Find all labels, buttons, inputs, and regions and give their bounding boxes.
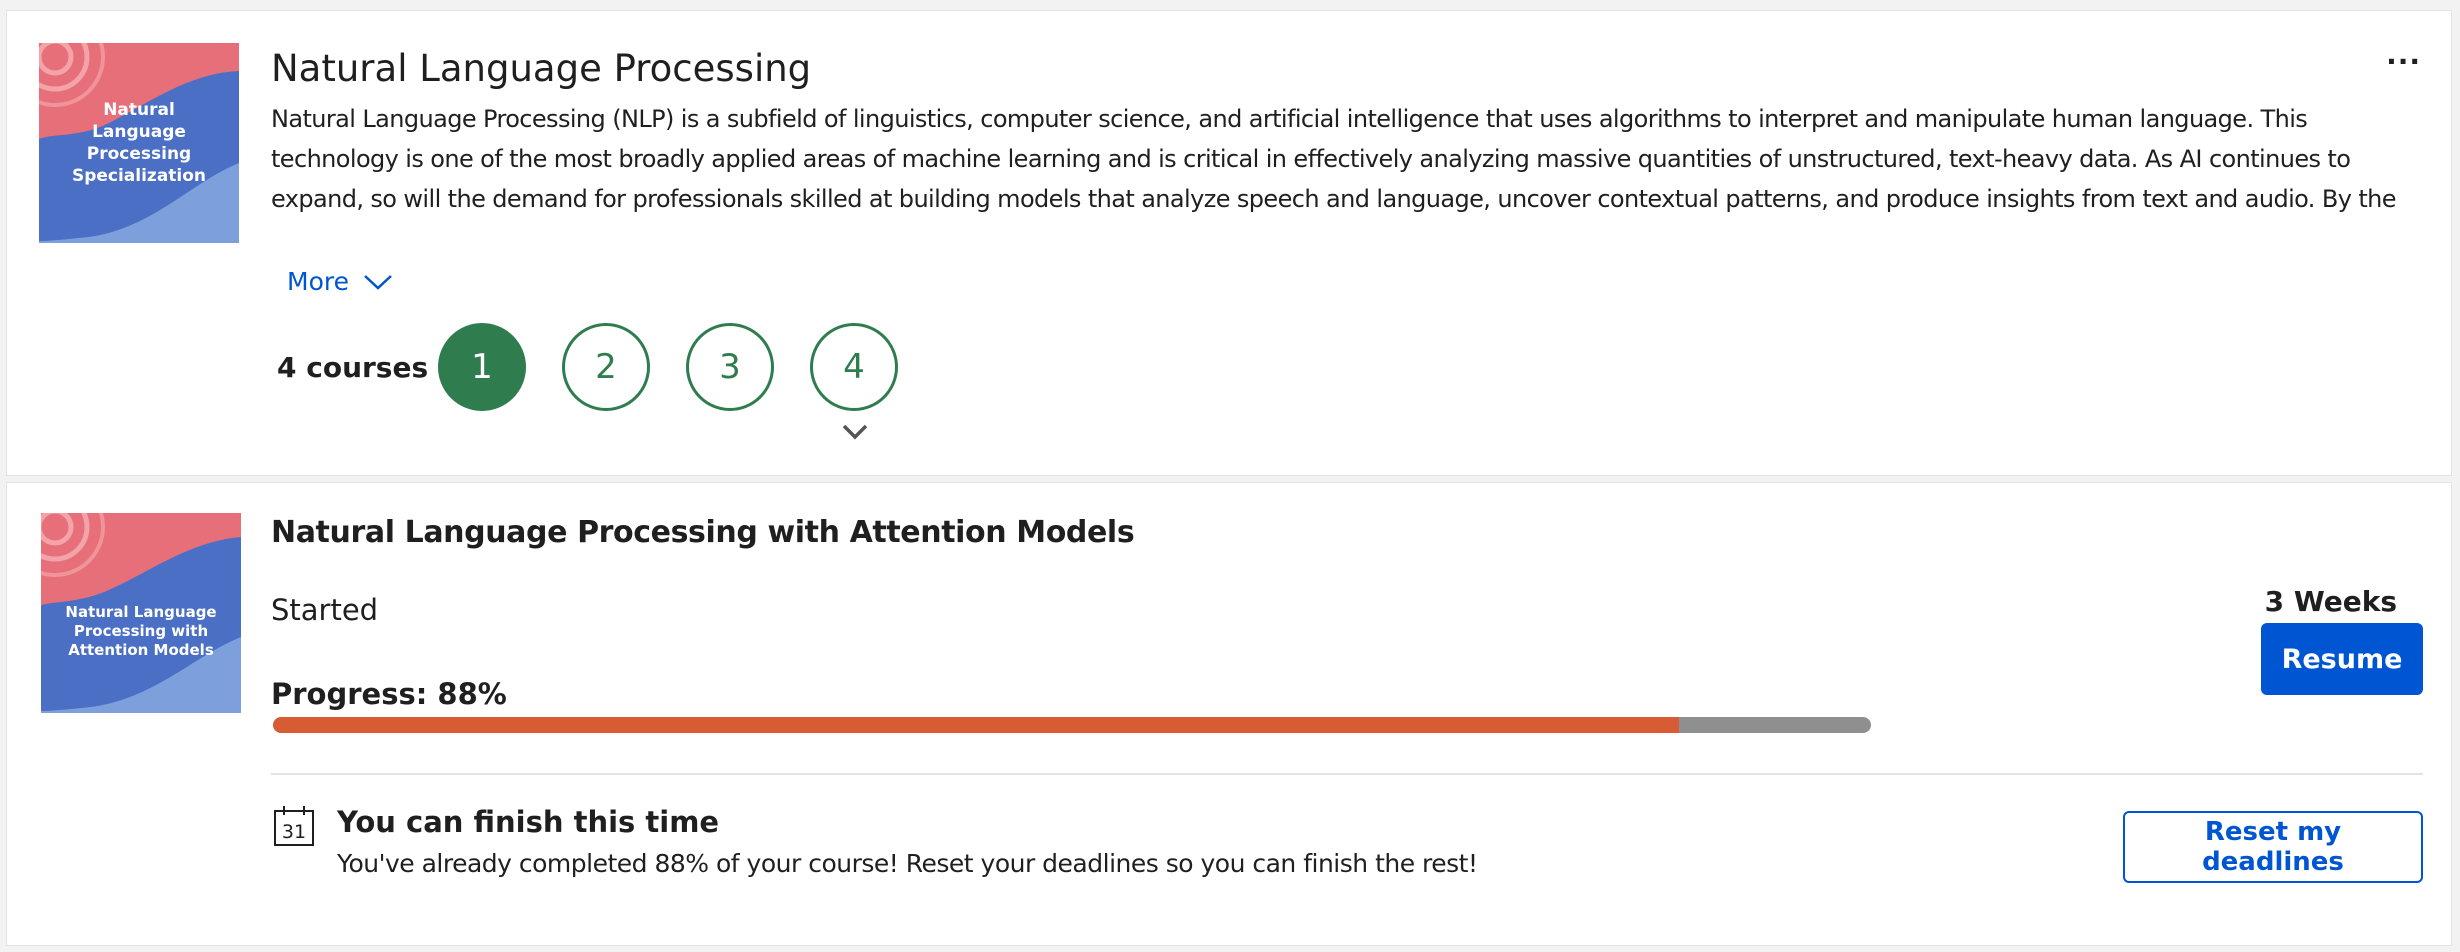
calendar-icon: 31 (274, 806, 314, 846)
courses-count: 4 courses (277, 351, 429, 384)
thumbnail-line: Attention Models (68, 641, 214, 659)
calendar-day: 31 (282, 821, 306, 843)
more-toggle[interactable]: More (287, 267, 393, 296)
course-thumbnail[interactable]: Natural Language Processing with Attenti… (41, 513, 241, 713)
resume-button[interactable]: Resume (2261, 623, 2423, 695)
deadline-message: You've already completed 88% of your cou… (337, 849, 1478, 878)
course-step-3[interactable]: 3 (686, 323, 774, 411)
thumbnail-line: Natural Language (65, 603, 217, 621)
divider (271, 773, 2423, 775)
progress-bar-fill (273, 717, 1680, 733)
thumbnail-title: Natural Language Processing Specializati… (39, 99, 239, 187)
thumbnail-title: Natural Language Processing with Attenti… (41, 603, 241, 660)
course-status: Started (271, 593, 379, 627)
thumbnail-line: Processing with (73, 622, 209, 640)
course-card: Natural Language Processing with Attenti… (6, 482, 2452, 946)
course-duration: 3 Weeks (2264, 585, 2397, 618)
more-label: More (287, 267, 349, 296)
specialization-thumbnail[interactable]: Natural Language Processing Specializati… (39, 43, 239, 243)
reset-deadlines-button[interactable]: Reset my deadlines (2123, 811, 2423, 883)
chevron-down-icon[interactable] (841, 423, 869, 441)
specialization-card: Natural Language Processing Specializati… (6, 10, 2452, 476)
thumbnail-line: Specialization (71, 166, 207, 186)
deadline-title: You can finish this time (337, 805, 720, 839)
thumbnail-line: Natural (103, 100, 175, 120)
progress-label: Progress: 88% (271, 677, 507, 711)
specialization-description: Natural Language Processing (NLP) is a s… (271, 105, 2397, 213)
specialization-title[interactable]: Natural Language Processing (271, 47, 811, 90)
course-title[interactable]: Natural Language Processing with Attenti… (271, 515, 1135, 550)
thumbnail-line: Language (92, 122, 186, 142)
course-step-2[interactable]: 2 (562, 323, 650, 411)
more-options-menu-button[interactable]: ... (2386, 41, 2421, 69)
chevron-down-icon (364, 274, 392, 290)
progress-bar (273, 717, 1871, 733)
course-step-4[interactable]: 4 (810, 323, 898, 411)
course-step-1[interactable]: 1 (438, 323, 526, 411)
thumbnail-line: Processing (86, 144, 192, 164)
